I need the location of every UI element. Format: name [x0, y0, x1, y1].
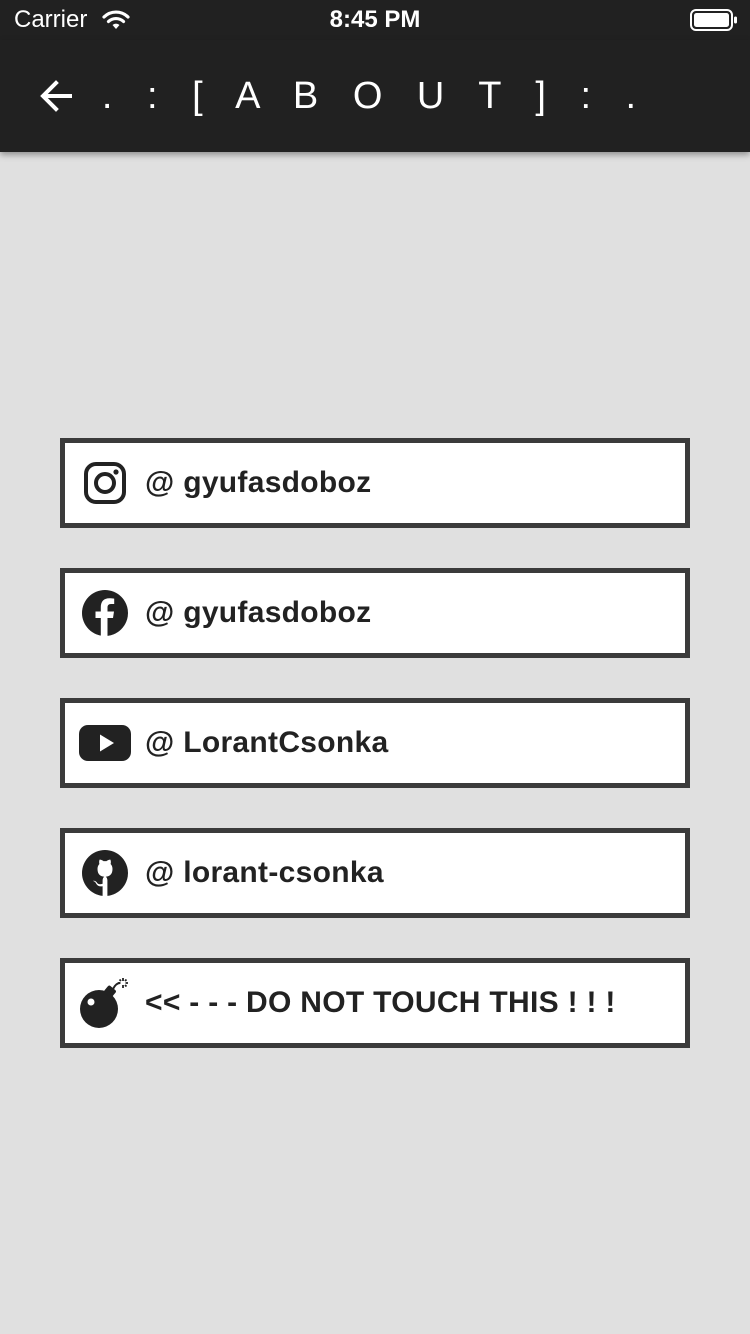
github-link-button[interactable]: @ lorant-csonka	[60, 828, 690, 918]
github-handle: @ lorant-csonka	[145, 856, 384, 889]
instagram-link-button[interactable]: @ gyufasdoboz	[60, 438, 690, 528]
instagram-icon	[79, 457, 131, 509]
instagram-handle: @ gyufasdoboz	[145, 466, 372, 499]
status-time: 8:45 PM	[329, 6, 421, 33]
youtube-link-button[interactable]: @ LorantCsonka	[60, 698, 690, 788]
do-not-touch-label: << - - - DO NOT TOUCH THIS ! ! !	[145, 986, 616, 1019]
facebook-link-button[interactable]: @ gyufasdoboz	[60, 568, 690, 658]
youtube-icon	[79, 717, 131, 769]
status-bar: Carrier 8:45 PM	[0, 0, 750, 40]
facebook-handle: @ gyufasdoboz	[145, 596, 372, 629]
do-not-touch-button[interactable]: << - - - DO NOT TOUCH THIS ! ! !	[60, 958, 690, 1048]
youtube-handle: @ LorantCsonka	[145, 726, 389, 759]
github-icon	[79, 847, 131, 899]
app-bar: . : [ A B O U T ] : .	[0, 40, 750, 152]
facebook-icon	[79, 587, 131, 639]
social-links-list: @ gyufasdoboz @ gyufasdoboz @ LorantCson…	[60, 438, 690, 1088]
battery-icon	[690, 9, 737, 31]
bomb-icon	[79, 977, 131, 1029]
page-title: . : [ A B O U T ] : .	[101, 75, 649, 117]
